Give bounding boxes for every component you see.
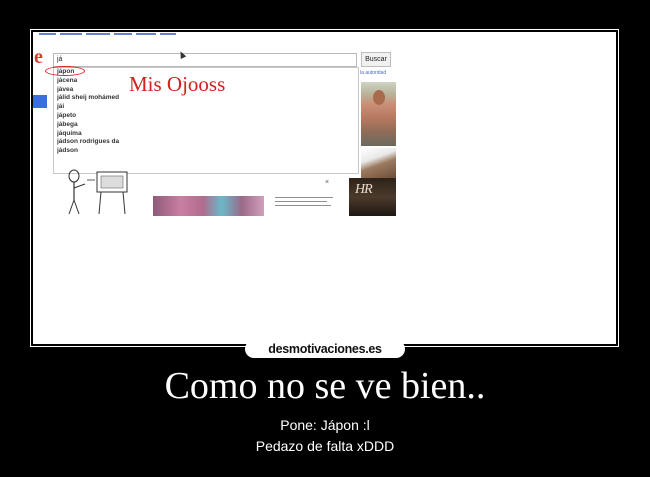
top-link: [39, 33, 56, 35]
text-line: [275, 200, 327, 203]
top-link: [114, 33, 132, 35]
watermark-logo: desmotivaciones.es: [245, 340, 405, 358]
poster-caption-line1: Pone: Jápon :l: [280, 417, 370, 433]
thumbnail-strip[interactable]: [153, 196, 264, 216]
search-query: já: [57, 56, 63, 63]
poster-caption-line2: Pedazo de falta xDDD: [255, 438, 395, 454]
cartoon-drawing: [68, 169, 128, 215]
small-text-block: [275, 197, 335, 213]
top-link: [136, 33, 156, 35]
thumbnail-man[interactable]: [361, 148, 396, 178]
suggestion-item[interactable]: jádson: [57, 147, 129, 156]
search-input[interactable]: já: [53, 53, 357, 67]
suggestion-item[interactable]: jáquima: [57, 130, 129, 139]
text-line: [275, 204, 331, 207]
thumbnail-woman[interactable]: [361, 82, 396, 146]
blue-block: [33, 95, 47, 108]
top-link: [60, 33, 82, 35]
thumbnail-signature: HR: [355, 182, 373, 197]
suggestion-item[interactable]: jái: [57, 103, 129, 112]
close-icon[interactable]: ×: [325, 179, 329, 186]
suggestion-item[interactable]: jábega: [57, 121, 129, 130]
thumbnail-dark[interactable]: HR: [349, 178, 396, 216]
suggestion-item[interactable]: jávea: [57, 86, 129, 95]
thumbnail-head: [373, 90, 385, 105]
top-links-bar: [39, 32, 176, 37]
screenshot-image: e já Buscar la autoridad jápon jácena já…: [33, 32, 616, 344]
annotation-text: Mis Ojooss: [129, 72, 226, 96]
poster-title: Como no se ve bien..: [164, 365, 486, 407]
search-logo: e: [34, 46, 43, 68]
top-link: [86, 33, 110, 35]
top-link: [160, 33, 176, 35]
suggestion-list: jápon jácena jávea jálid sheij mohámed j…: [57, 68, 129, 156]
suggestion-item[interactable]: jácena: [57, 77, 129, 86]
suggestion-item[interactable]: jádson rodrigues da: [57, 138, 129, 147]
suggestion-item[interactable]: jálid sheij mohámed: [57, 94, 129, 103]
poster: e já Buscar la autoridad jápon jácena já…: [0, 0, 650, 477]
search-button[interactable]: Buscar: [361, 52, 391, 67]
side-note: la autoridad: [360, 70, 387, 76]
suggestion-item[interactable]: jápeto: [57, 112, 129, 121]
highlight-circle: [45, 66, 85, 76]
text-line: [275, 197, 333, 199]
